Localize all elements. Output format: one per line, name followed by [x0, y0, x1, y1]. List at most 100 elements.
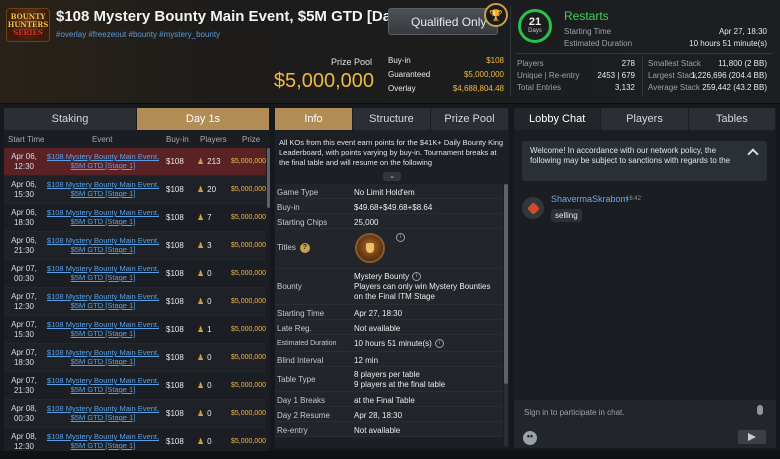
qualified-only-button[interactable]: Qualified Only — [388, 8, 498, 35]
row-players: ♟ 0 — [197, 269, 212, 278]
header-starting-time: Starting Time Apr 27, 18:30 — [564, 27, 767, 38]
table-row[interactable]: Apr 07, 15:30 $108 Mystery Bounty Main Eve… — [4, 316, 266, 344]
bounty-info-icon[interactable]: i — [412, 272, 422, 282]
row-prize: $5,000,000 — [231, 326, 267, 333]
row-event-link[interactable]: $108 Mystery Bounty Main Event, $5M GTD … — [44, 320, 162, 338]
table-row[interactable]: Apr 08, 00:30 $108 Mystery Bounty Main Eve… — [4, 400, 266, 428]
row-start-time: Apr 06, 18:30 — [8, 208, 40, 228]
total-entries-value: 3,132 — [614, 83, 635, 92]
schedule-scrollbar[interactable] — [267, 148, 270, 208]
total-entries-stat: Total Entries 3,132 — [517, 83, 635, 94]
table-row[interactable]: Apr 07, 00:30 $108 Mystery Bounty Main Eve… — [4, 260, 266, 288]
row-players: ♟ 0 — [197, 437, 212, 446]
table-row[interactable]: Apr 06, 15:30 $108 Mystery Bounty Main Eve… — [4, 176, 266, 204]
chat-input[interactable]: Sign in to participate in chat. — [524, 408, 625, 417]
chat-input-area: Sign in to participate in chat. •• — [514, 400, 776, 448]
row-players: ♟ 213 — [197, 157, 221, 166]
day1-breaks-label: Day 1 Breaks — [277, 396, 326, 405]
row-players-count: 0 — [207, 353, 212, 362]
row-event-link[interactable]: $108 Mystery Bounty Main Event, $5M GTD … — [44, 236, 162, 254]
microphone-icon[interactable] — [757, 405, 763, 415]
bounty-hunters-logo: BOUNTY HUNTERS SERIES — [6, 8, 50, 42]
col-prize[interactable]: Prize — [242, 135, 260, 144]
row-event-link[interactable]: $108 Mystery Bounty Main Event, $5M GTD … — [44, 264, 162, 282]
info-icon[interactable]: i — [396, 233, 405, 242]
tab-info[interactable]: Info — [275, 108, 353, 130]
row-prize: $5,000,000 — [231, 438, 267, 445]
row-start-time: Apr 06, 15:30 — [8, 180, 40, 200]
row-event-link[interactable]: $108 Mystery Bounty Main Event, $5M GTD … — [44, 152, 162, 170]
row-players-count: 3 — [207, 241, 212, 250]
bounty-value: Mystery Bounty i Players can only win Mys… — [354, 272, 499, 302]
row-buyin: $108 — [166, 325, 184, 334]
col-event[interactable]: Event — [92, 135, 112, 144]
emoji-icon[interactable]: •• — [523, 431, 537, 445]
guaranteed-row: Guaranteed $5,000,000 — [388, 70, 504, 82]
tab-lobby-chat[interactable]: Lobby Chat — [514, 108, 602, 130]
guaranteed-label: Guaranteed — [388, 70, 431, 79]
info-scrollbar[interactable] — [504, 184, 508, 446]
table-row[interactable]: Apr 06, 21:30 $108 Mystery Bounty Main Eve… — [4, 232, 266, 260]
table-row[interactable]: Apr 07, 12:30 $108 Mystery Bounty Main Eve… — [4, 288, 266, 316]
chat-username[interactable]: ShavermaSkrabom — [551, 194, 628, 204]
tab-staking[interactable]: Staking — [4, 108, 137, 130]
table-row[interactable]: Apr 07, 21:30 $108 Mystery Bounty Main Eve… — [4, 372, 266, 400]
unique-reentry-label: Unique | Re-entry — [517, 71, 580, 80]
starting-chips-label: Starting Chips — [277, 218, 328, 227]
row-event-link[interactable]: $108 Mystery Bounty Main Event, $5M GTD … — [44, 208, 162, 226]
send-button[interactable] — [738, 430, 766, 444]
row-event-link[interactable]: $108 Mystery Bounty Main Event, $5M GTD … — [44, 376, 162, 394]
tab-structure[interactable]: Structure — [353, 108, 431, 130]
col-players[interactable]: Players — [200, 135, 227, 144]
row-event-link[interactable]: $108 Mystery Bounty Main Event, $5M GTD … — [44, 348, 162, 366]
title-badge-icon[interactable] — [355, 233, 385, 263]
event-description: All KOs from this event earn points for … — [279, 138, 504, 167]
row-players: ♟ 7 — [197, 213, 212, 222]
chevron-down-icon[interactable]: ⌄ — [383, 172, 401, 181]
row-event-link[interactable]: $108 Mystery Bounty Main Event, $5M GTD … — [44, 432, 162, 450]
duration-info-icon[interactable]: i — [434, 339, 444, 349]
table-row[interactable]: Apr 07, 18:30 $108 Mystery Bounty Main Eve… — [4, 344, 266, 372]
col-start-time[interactable]: Start Time — [8, 135, 44, 144]
tab-tables[interactable]: Tables — [688, 108, 776, 130]
chevron-up-icon[interactable] — [747, 148, 759, 160]
row-buyin: $108 — [166, 157, 184, 166]
help-icon[interactable]: ? — [299, 243, 310, 253]
row-event-link[interactable]: $108 Mystery Bounty Main Event, $5M GTD … — [44, 292, 162, 310]
info-row-bounty: Bounty Mystery Bounty i Players can only … — [275, 269, 503, 305]
diamond-icon — [526, 201, 540, 215]
days-label: Days — [528, 28, 542, 34]
average-stack-stat: Average Stack 259,442 (43.2 BB) — [648, 83, 767, 94]
row-start-time: Apr 07, 18:30 — [8, 348, 40, 368]
col-buyin[interactable]: Buy-in — [166, 135, 189, 144]
row-time: 00:30 — [13, 274, 35, 283]
table-row[interactable]: Apr 06, 12:30 $108 Mystery Bounty Main Eve… — [4, 148, 266, 176]
table-type-label: Table Type — [277, 375, 316, 384]
row-event-link[interactable]: $108 Mystery Bounty Main Event, $5M GTD … — [44, 404, 162, 422]
row-event-link[interactable]: $108 Mystery Bounty Main Event, $5M GTD … — [44, 180, 162, 198]
blind-interval-value: 12 min — [354, 356, 379, 365]
est-duration-value: 10 hours 51 minute(s) — [689, 39, 767, 48]
row-players: ♟ 0 — [197, 297, 212, 306]
row-start-time: Apr 07, 21:30 — [8, 376, 40, 396]
row-time: 00:30 — [13, 414, 35, 423]
user-icon: ♟ — [197, 157, 205, 166]
tab-prize-pool[interactable]: Prize Pool — [431, 108, 509, 130]
total-entries-label: Total Entries — [517, 83, 562, 92]
tab-day1s[interactable]: Day 1s — [137, 108, 270, 130]
players-stat: Players 278 — [517, 59, 635, 70]
row-players: ♟ 0 — [197, 409, 212, 418]
row-date: Apr 07, — [11, 376, 37, 385]
tournament-tags[interactable]: #overlay #freezeout #bounty #mystery_bou… — [56, 30, 220, 39]
tab-players[interactable]: Players — [601, 108, 689, 130]
row-date: Apr 06, — [11, 208, 37, 217]
chat-tabs: Lobby Chat Players Tables — [514, 108, 776, 130]
row-prize: $5,000,000 — [231, 410, 267, 417]
unique-reentry-value: 2453 | 679 — [597, 71, 635, 80]
table-row[interactable]: Apr 06, 18:30 $108 Mystery Bounty Main Eve… — [4, 204, 266, 232]
info-scroll-thumb[interactable] — [504, 184, 508, 384]
row-players-count: 0 — [207, 437, 212, 446]
row-time: 21:30 — [13, 246, 35, 255]
row-time: 18:30 — [13, 358, 35, 367]
info-row-buyin: Buy-in $49.68+$49.68+$8.64 — [275, 199, 503, 214]
